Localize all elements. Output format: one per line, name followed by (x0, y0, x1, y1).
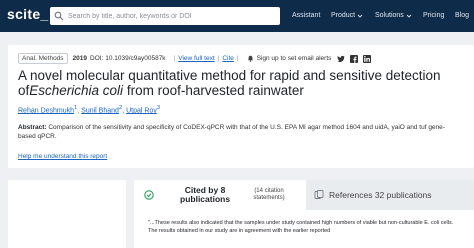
nav-assistant[interactable]: Assistant (292, 12, 320, 19)
paper-meta-row: Anal. Methods 2019 DOI: 10.1039/c9ay0058… (18, 53, 372, 64)
search-icon (54, 11, 64, 21)
chevron-down-icon (406, 14, 412, 18)
tab-cited-by[interactable]: Cited by 8 publications (14 citation sta… (134, 180, 306, 210)
view-full-text-link[interactable]: View full text (178, 55, 214, 62)
nav-pricing[interactable]: Pricing (423, 12, 444, 19)
cite-link[interactable]: Cite (222, 55, 234, 62)
doi-text: DOI: 10.1039/c9ay00587k (90, 55, 166, 62)
top-navigation: scite_ Assistant Product Solutions Prici… (0, 0, 474, 32)
chevron-down-icon (357, 14, 363, 18)
nav-product[interactable]: Product (331, 12, 363, 19)
nav-solutions[interactable]: Solutions (375, 12, 412, 19)
divider: | (236, 55, 239, 62)
email-alerts-link[interactable]: Sign up to set email alerts (257, 55, 332, 62)
abstract-label: Abstract: (18, 124, 47, 131)
publication-year: 2019 (72, 55, 88, 62)
paper-title-species: Escherichia coli (29, 82, 124, 98)
citation-panel: Cited by 8 publications (14 citation sta… (134, 180, 474, 248)
references-count: References 32 publications (329, 190, 432, 200)
linkedin-icon[interactable] (363, 54, 372, 63)
divider: | (217, 55, 220, 62)
search-input[interactable] (68, 12, 268, 20)
journal-badge: Anal. Methods (18, 53, 68, 64)
side-panel (8, 180, 126, 248)
abstract-text: Comparison of the sensitivity and specif… (18, 124, 445, 140)
tab-references[interactable]: References 32 publications (306, 180, 474, 210)
abstract: Abstract: Comparison of the sensitivity … (18, 123, 458, 141)
search-box[interactable] (50, 7, 280, 25)
cited-by-count: Cited by 8 publications (180, 184, 231, 204)
paper-title: A novel molecular quantitative method fo… (18, 68, 468, 98)
citation-snippet: "...These results also indicated that th… (148, 220, 454, 234)
author-link[interactable]: Sunil Bhand (81, 107, 119, 114)
share-buttons (337, 54, 372, 63)
citation-statements-count: (14 citation statements) (253, 187, 285, 202)
nav-pricing-label: Pricing (423, 12, 445, 19)
nav-blog-label: Blog (455, 12, 470, 19)
paper-card: Anal. Methods 2019 DOI: 10.1039/c9ay0058… (8, 45, 474, 168)
twitter-icon[interactable] (337, 55, 346, 63)
author-affiliation-mark: 3 (156, 105, 161, 111)
citation-bubble-icon (144, 190, 154, 200)
scite-logo[interactable]: scite_ (7, 6, 49, 22)
nav-blog[interactable]: Blog (455, 12, 469, 19)
bell-icon[interactable] (247, 55, 254, 62)
author-list: Rehan Deshmukh1, Sunil Bhand2, Utpal Roy… (18, 105, 160, 114)
divider: | (173, 55, 176, 62)
references-icon (314, 190, 324, 199)
author-link[interactable]: Rehan Deshmukh (18, 107, 74, 114)
help-understand-link[interactable]: Help me understand this report (18, 153, 107, 160)
nav-product-label: Product (331, 12, 356, 19)
facebook-icon[interactable] (350, 54, 359, 63)
paper-title-end: from roof-harvested rainwater (126, 82, 304, 98)
nav-assistant-label: Assistant (292, 12, 321, 19)
nav-solutions-label: Solutions (375, 12, 404, 19)
author-link[interactable]: Utpal Roy (126, 107, 157, 114)
